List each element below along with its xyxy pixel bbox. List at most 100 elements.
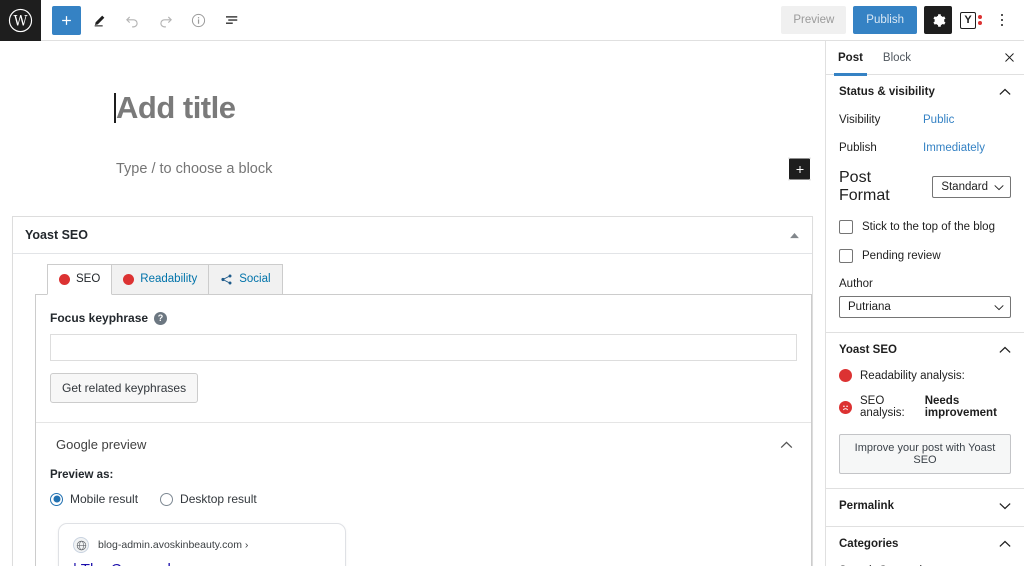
tab-block[interactable]: Block [873, 41, 921, 75]
visibility-value-button[interactable]: Public [923, 114, 954, 126]
row-seo-analysis: SEO analysis: Needs improvement [839, 395, 1011, 419]
radio-mobile-result[interactable]: Mobile result [50, 492, 138, 506]
chevron-up-icon[interactable] [999, 346, 1011, 354]
add-block-icon[interactable] [52, 5, 81, 35]
post-format-label: Post Format [839, 169, 890, 204]
preview-as-radio-group: Mobile result Desktop result [50, 492, 797, 506]
publish-button[interactable]: Publish [853, 6, 917, 34]
tab-seo-label: SEO [76, 273, 101, 286]
sad-face-icon [839, 400, 852, 414]
readability-status-dot-icon [839, 369, 852, 382]
editor-toolbar: W Preview Publish Y [0, 0, 1024, 41]
improve-post-button[interactable]: Improve your post with Yoast SEO [839, 434, 1011, 474]
tab-post[interactable]: Post [828, 41, 873, 76]
pending-checkbox-box [839, 249, 853, 263]
sidebar-tablist: Post Block [826, 41, 1024, 76]
readability-status-dot-icon [123, 274, 135, 286]
chevron-up-icon[interactable] [999, 88, 1011, 96]
section-categories: Categories Search Categories #MulaiDariM… [826, 527, 1024, 566]
get-related-keyphrases-button[interactable]: Get related keyphrases [50, 373, 199, 404]
svg-text:W: W [14, 14, 28, 30]
yoast-metabox-body: SEO Readability Social Focus keyphrase ?… [13, 254, 812, 566]
yoast-metabox-header[interactable]: Yoast SEO [13, 217, 812, 255]
categories-title: Categories [839, 538, 899, 550]
snippet-url: blog-admin.avoskinbeauty.com › [98, 539, 249, 552]
yoast-metabox-title: Yoast SEO [25, 228, 88, 243]
help-icon[interactable]: ? [154, 311, 168, 325]
snippet-title[interactable]: | The Carousel [73, 561, 331, 566]
post-format-value: Standard [941, 181, 988, 193]
tab-seo[interactable]: SEO [47, 264, 113, 296]
toolbar-right-group: Preview Publish Y [781, 0, 1024, 40]
author-label: Author [839, 278, 873, 290]
yoast-status-dots [978, 15, 982, 25]
radio-desktop-result[interactable]: Desktop result [160, 492, 257, 506]
tab-social-label: Social [239, 273, 271, 286]
paragraph-block[interactable]: Type / to choose a block [0, 154, 825, 184]
section-yoast-seo: Yoast SEO Readability analysis: SEO anal… [826, 333, 1024, 489]
wordpress-logo-button[interactable]: W [0, 0, 41, 41]
yoast-seo-icon[interactable]: Y [959, 11, 983, 29]
categories-header[interactable]: Categories [839, 538, 1011, 550]
yoast-sidebar-header[interactable]: Yoast SEO [839, 344, 1011, 356]
editor-body: Add title Type / to choose a block Yoast… [0, 41, 1024, 566]
status-visibility-header[interactable]: Status & visibility [839, 86, 1011, 98]
info-icon[interactable] [184, 6, 213, 35]
yoast-sidebar-title: Yoast SEO [839, 344, 897, 356]
list-view-icon[interactable] [217, 6, 246, 35]
editor-scroll-region: Add title Type / to choose a block Yoast… [0, 41, 825, 566]
globe-icon [73, 537, 89, 554]
google-preview-collapse-icon[interactable] [780, 441, 793, 449]
seo-analysis-label: SEO analysis: [860, 395, 905, 419]
sticky-label: Stick to the top of the blog [862, 221, 995, 233]
undo-icon[interactable] [118, 6, 147, 35]
chevron-down-icon[interactable] [999, 502, 1011, 510]
preview-as-label: Preview as: [50, 469, 114, 482]
tab-readability[interactable]: Readability [112, 264, 210, 296]
sticky-checkbox-box [839, 220, 853, 234]
checkbox-sticky[interactable]: Stick to the top of the blog [839, 220, 1011, 234]
block-inserter-icon[interactable] [788, 157, 811, 181]
google-preview-header[interactable]: Google preview [50, 423, 797, 452]
seo-analysis-value: Needs improvement [924, 395, 997, 419]
chevron-up-icon[interactable] [999, 540, 1011, 548]
focus-keyphrase-input[interactable] [50, 334, 797, 362]
post-title-area: Add title [0, 41, 825, 126]
author-value: Putriana [848, 301, 891, 313]
permalink-title: Permalink [839, 500, 894, 512]
edit-pencil-icon[interactable] [85, 6, 114, 35]
author-select[interactable]: Putriana [839, 296, 1011, 318]
checkbox-pending-review[interactable]: Pending review [839, 249, 1011, 263]
tab-social[interactable]: Social [209, 264, 283, 296]
wordpress-block-editor: W Preview Publish Y Add title Type / to … [0, 0, 1024, 566]
share-icon [220, 273, 233, 286]
post-format-select[interactable]: Standard [932, 176, 1011, 198]
close-sidebar-icon[interactable] [1003, 51, 1016, 64]
google-preview-title: Google preview [56, 437, 147, 453]
seo-tab-panel: Focus keyphrase ? Get related keyphrases… [35, 295, 812, 566]
radio-mobile-label: Mobile result [70, 492, 139, 507]
collapse-caret-icon[interactable] [789, 232, 800, 239]
row-visibility: Visibility Public [839, 114, 1011, 126]
editor-canvas: Add title Type / to choose a block Yoast… [0, 41, 825, 566]
focus-keyphrase-label: Focus keyphrase [50, 311, 149, 326]
visibility-label: Visibility [839, 114, 881, 126]
preview-button[interactable]: Preview [781, 6, 847, 34]
settings-gear-icon[interactable] [924, 6, 952, 34]
redo-icon[interactable] [151, 6, 180, 35]
status-visibility-title: Status & visibility [839, 86, 935, 98]
more-options-icon[interactable] [990, 6, 1014, 34]
radio-mobile-indicator [50, 492, 63, 506]
row-readability-analysis: Readability analysis: [839, 369, 1011, 382]
yoast-logo-mark: Y [960, 11, 976, 29]
tab-readability-label: Readability [140, 273, 198, 286]
permalink-header[interactable]: Permalink [839, 500, 1011, 512]
snippet-url-row: blog-admin.avoskinbeauty.com › [73, 537, 331, 554]
chevron-down-icon [994, 184, 1004, 191]
publish-value-button[interactable]: Immediately [923, 142, 985, 154]
post-title-input[interactable]: Add title [0, 89, 825, 126]
google-snippet-preview[interactable]: blog-admin.avoskinbeauty.com › | The Car… [58, 523, 346, 566]
yoast-tablist: SEO Readability Social [35, 264, 812, 296]
readability-analysis-label: Readability analysis: [860, 369, 965, 382]
focus-keyphrase-label-row: Focus keyphrase ? [50, 311, 797, 325]
